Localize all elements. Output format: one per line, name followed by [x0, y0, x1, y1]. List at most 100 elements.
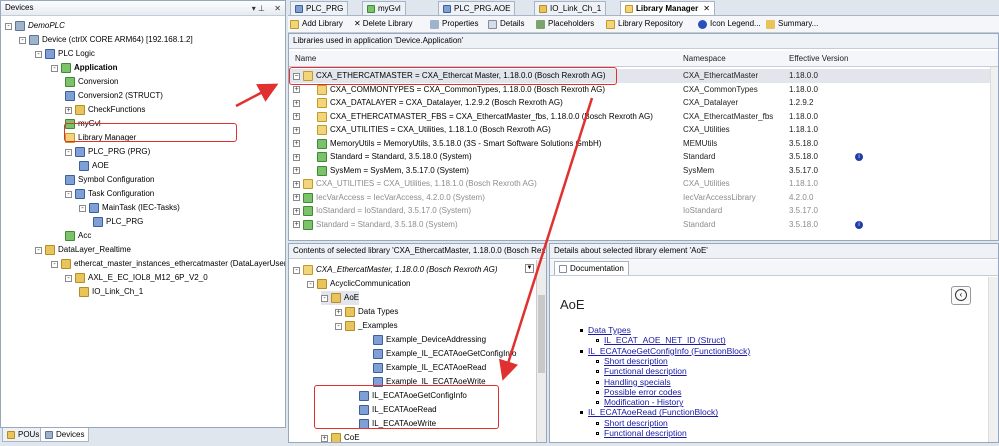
expander-icon[interactable]: -	[65, 274, 72, 282]
expander-icon[interactable]: -	[79, 204, 86, 212]
table-row[interactable]: + Standard = Standard, 3.5.18.0 (System)	[289, 150, 991, 164]
tree-item[interactable]: - CXA_EthercatMaster, 1.18.0.0 (Bosch Rex…	[293, 263, 498, 277]
tree-item[interactable]: Acc	[65, 229, 91, 243]
details-button[interactable]: Details	[488, 16, 524, 32]
table-row[interactable]: + MemoryUtils = MemoryUtils, 3.5.18.0 (3S…	[289, 137, 991, 151]
expander-icon[interactable]: +	[335, 308, 342, 316]
expander-icon[interactable]: -	[321, 294, 328, 302]
library-repository-button[interactable]: Library Repository	[606, 16, 683, 32]
col-name[interactable]: Name	[295, 52, 316, 66]
doc-link[interactable]: IL_ECAT_AOE_NET_ID (Struct)	[604, 335, 726, 345]
tree-item[interactable]: + Data Types	[335, 305, 398, 319]
doc-link[interactable]: Functional description	[604, 428, 687, 438]
tab-pous[interactable]: POUs	[2, 428, 45, 442]
tab-devices[interactable]: Devices	[40, 428, 90, 442]
details-vscrollbar[interactable]	[988, 277, 998, 442]
doc-link[interactable]: IL_ECATAoeGetConfigInfo (FunctionBlock)	[588, 346, 750, 356]
table-row[interactable]: + SysMem = SysMem, 3.5.17.0 (System)	[289, 164, 991, 178]
expander-icon[interactable]: +	[293, 207, 300, 215]
tree-item[interactable]: - PLC_PRG (PRG)	[65, 145, 150, 159]
icon-legend-button[interactable]: Icon Legend...	[698, 16, 761, 32]
back-button[interactable]: ‹	[951, 286, 971, 305]
tree-item[interactable]: AOE	[79, 159, 109, 173]
tree-item[interactable]: IO_Link_Ch_1	[79, 285, 143, 299]
contents-dropdown-icon[interactable]: ▼	[525, 264, 534, 273]
expander-icon[interactable]: -	[35, 246, 42, 254]
tree-item[interactable]: - AcyclicCommunication	[307, 277, 410, 291]
tree-item[interactable]: Example_IL_ECATAoeGetConfigInfo	[363, 347, 516, 361]
tab-mygvl[interactable]: myGvl	[362, 1, 406, 15]
table-row[interactable]: + CXA_DATALAYER = CXA_Datalayer, 1.2.9.2 …	[289, 96, 991, 110]
expander-icon[interactable]: +	[293, 153, 300, 161]
tree-item[interactable]: - Application	[51, 61, 118, 75]
tree-item[interactable]: - _Examples	[335, 319, 398, 333]
tab-close-icon[interactable]: ✕	[703, 2, 710, 15]
tree-item[interactable]: - DemoPLC	[5, 19, 65, 33]
expander-icon[interactable]: -	[35, 50, 42, 58]
expander-icon[interactable]: +	[293, 180, 300, 188]
table-row[interactable]: + IecVarAccess = IecVarAccess, 4.2.0.0 (S…	[289, 191, 991, 205]
tree-item[interactable]: Example_DeviceAddressing	[363, 333, 486, 347]
expander-icon[interactable]: -	[19, 36, 26, 44]
expander-icon[interactable]: +	[293, 194, 300, 201]
expander-icon[interactable]: +	[321, 434, 328, 442]
delete-library-button[interactable]: ✕ Delete Library	[354, 16, 413, 32]
tree-item[interactable]: - PLC Logic	[35, 47, 95, 61]
doc-link[interactable]: IL_ECATAoeRead (FunctionBlock)	[588, 407, 718, 417]
expander-icon[interactable]: +	[293, 99, 300, 107]
expander-icon[interactable]: -	[307, 280, 314, 288]
summary-button[interactable]: Summary...	[766, 16, 818, 32]
tree-item[interactable]: - Device (ctrlX CORE ARM64) [192.168.1.2]	[19, 33, 193, 47]
expander-icon[interactable]: +	[65, 106, 72, 114]
tree-item[interactable]: + CheckFunctions	[65, 103, 145, 117]
pin-icon[interactable]: ▾ ⊥	[252, 2, 265, 15]
table-row[interactable]: + IoStandard = IoStandard, 3.5.17.0 (Syst…	[289, 204, 991, 218]
doc-link[interactable]: Data Types	[588, 325, 631, 335]
expander-icon[interactable]: -	[293, 266, 300, 274]
expander-icon[interactable]: +	[293, 167, 300, 174]
tree-item[interactable]: Symbol Configuration	[65, 173, 154, 187]
tree-item[interactable]: - Task Configuration	[65, 187, 154, 201]
expander-icon[interactable]: +	[293, 140, 300, 147]
expander-icon[interactable]: -	[65, 190, 72, 198]
tab-documentation[interactable]: Documentation	[554, 261, 629, 275]
properties-button[interactable]: Properties	[430, 16, 478, 32]
expander-icon[interactable]: +	[293, 113, 300, 120]
col-effective-version[interactable]: Effective Version	[789, 52, 848, 66]
col-namespace[interactable]: Namespace	[683, 52, 726, 66]
tree-item[interactable]: - AoE	[321, 291, 360, 305]
table-row[interactable]: + CXA_UTILITIES = CXA_Utilities, 1.18.1.0…	[289, 123, 991, 137]
expander-icon[interactable]: -	[65, 148, 72, 156]
tree-item[interactable]: PLC_PRG	[93, 215, 143, 229]
tree-item[interactable]: - DataLayer_Realtime	[35, 243, 131, 257]
tree-item[interactable]: Conversion2 (STRUCT)	[65, 89, 163, 103]
close-icon[interactable]: ✕	[274, 2, 281, 15]
doc-link[interactable]: Handling specials	[604, 377, 671, 387]
expander-icon[interactable]: -	[5, 22, 12, 30]
doc-link[interactable]: Short description	[604, 356, 668, 366]
tree-item[interactable]: - ethercat_master_instances_ethercatmaste…	[51, 257, 285, 271]
tab-plc-prg-aoe[interactable]: PLC_PRG.AOE	[438, 1, 516, 15]
libraries-vscrollbar[interactable]	[990, 67, 998, 240]
table-row[interactable]: + CXA_UTILITIES = CXA_Utilities, 1.18.1.0…	[289, 177, 991, 191]
expander-icon[interactable]: +	[293, 126, 300, 134]
contents-vscrollbar[interactable]	[536, 260, 546, 442]
doc-link[interactable]: Possible error codes	[604, 387, 681, 397]
add-library-button[interactable]: Add Library	[290, 16, 343, 32]
tree-item[interactable]: + CoE	[321, 431, 360, 442]
tab-io-link-ch-1[interactable]: IO_Link_Ch_1	[534, 1, 607, 15]
doc-link[interactable]: Modification - History	[604, 397, 683, 407]
tree-item[interactable]: - MainTask (IEC-Tasks)	[79, 201, 180, 215]
tab-library-manager[interactable]: Library Manager ✕	[620, 1, 715, 15]
contents-scroll-thumb[interactable]	[538, 295, 545, 373]
doc-link[interactable]: Short description	[604, 418, 668, 428]
expander-icon[interactable]: -	[335, 322, 342, 330]
doc-link[interactable]: Functional description	[604, 366, 687, 376]
expander-icon[interactable]: -	[51, 260, 58, 268]
table-row[interactable]: + CXA_ETHERCATMASTER_FBS = CXA_EthercatMa…	[289, 110, 991, 124]
expander-icon[interactable]: +	[293, 221, 300, 228]
tree-item[interactable]: - AXL_E_EC_IOL8_M12_6P_V2_0	[65, 271, 208, 285]
tab-plc-prg[interactable]: PLC_PRG	[290, 1, 349, 15]
table-row[interactable]: + Standard = Standard, 3.5.18.0 (System)	[289, 218, 991, 232]
expander-icon[interactable]: -	[51, 64, 58, 72]
